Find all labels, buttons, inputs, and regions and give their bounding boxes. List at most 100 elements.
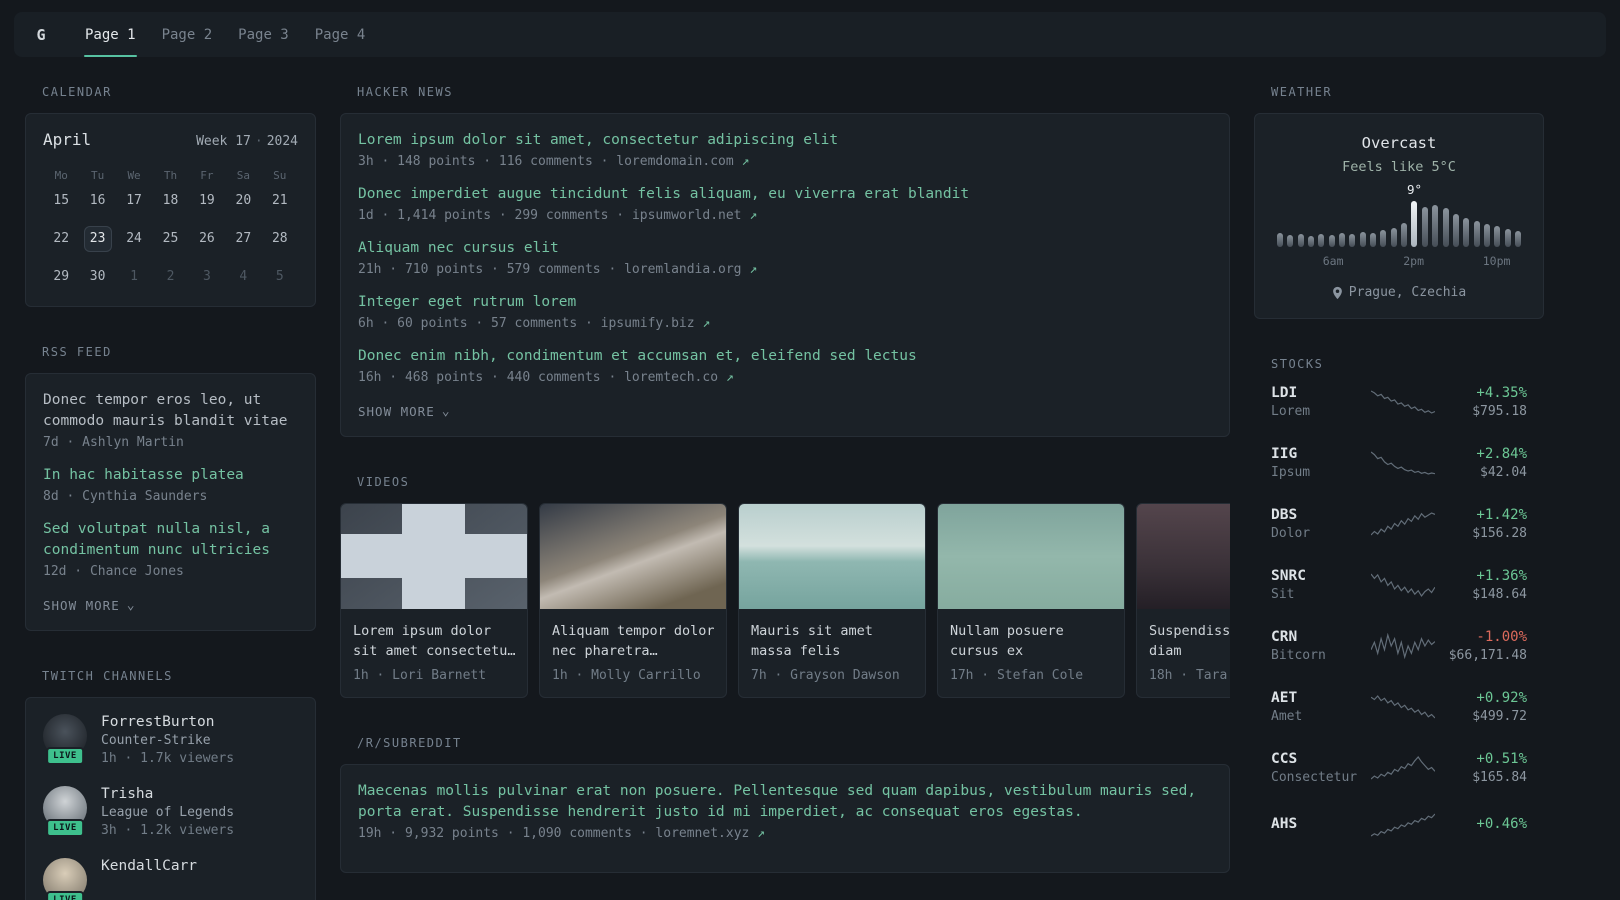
weather-bar (1339, 233, 1346, 247)
calendar-year: 2024 (266, 134, 298, 149)
page-tab[interactable]: Page 2 (149, 12, 226, 57)
stock-change: +0.46% (1476, 815, 1527, 832)
video-meta: 1h · Molly Carrillo (552, 668, 701, 683)
stock-row[interactable]: CCS Consectetur +0.51% $165.84 (1271, 751, 1527, 785)
stock-ticker: CRN (1271, 629, 1298, 645)
hacker-news-item-meta: 1d · 1,414 points · 299 comments · ipsum… (358, 208, 1212, 223)
hacker-news-item-title[interactable]: Lorem ipsum dolor sit amet, consectetur … (358, 130, 1212, 151)
video-card[interactable]: Nullam posuere cursus ex 17h · Stefan Co… (937, 503, 1125, 698)
calendar-card: April Week 17 · 2024 Mo Tu We Th Fr Sa S… (25, 113, 316, 307)
weather-bar (1318, 234, 1325, 247)
hacker-news-widget-header: HACKER NEWS (357, 85, 453, 99)
stock-row[interactable]: AHS +0.46% (1271, 812, 1527, 838)
video-card[interactable]: Mauris sit amet massa felis 7h · Grayson… (738, 503, 926, 698)
video-card[interactable]: Aliquam tempor dolor nec pharetra… 1h · … (539, 503, 727, 698)
rss-item-title[interactable]: In hac habitasse platea (43, 465, 298, 486)
subreddit-item: Maecenas mollis pulvinar erat non posuer… (358, 781, 1212, 841)
video-meta: 1h · Lori Barnett (353, 668, 487, 683)
stock-price: $156.28 (1472, 526, 1527, 541)
stock-ticker: CCS (1271, 751, 1298, 767)
item-source-link[interactable]: ipsumify.biz (601, 316, 695, 331)
rss-item-meta: 12d · Chance Jones (43, 564, 184, 579)
calendar-day-cell: 17 (126, 193, 142, 208)
weather-bar (1483, 224, 1490, 247)
stock-name: Sit (1271, 587, 1295, 602)
hacker-news-item-list: Lorem ipsum dolor sit amet, consectetur … (358, 130, 1212, 385)
stock-sparkline (1371, 756, 1435, 780)
page-tab[interactable]: Page 4 (302, 12, 379, 57)
hacker-news-item: Donec enim nibh, condimentum et accumsan… (358, 346, 1212, 385)
calendar-week-label: Week 17 (196, 134, 251, 149)
chevron-down-icon: ⌄ (126, 597, 136, 613)
calendar-widget-header: CALENDAR (42, 85, 112, 99)
stock-row[interactable]: LDI Lorem +4.35% $795.18 (1271, 385, 1527, 419)
external-link-icon: ↗ (757, 826, 765, 841)
calendar-day-cell: 29 (53, 269, 70, 284)
video-card[interactable]: Lorem ipsum dolor sit amet consectetu… 1… (340, 503, 528, 698)
rss-widget-header: RSS FEED (42, 345, 112, 359)
stock-row[interactable]: CRN Bitcorn -1.00% $66,171.48 (1271, 629, 1527, 663)
hacker-news-item-title[interactable]: Aliquam nec cursus elit (358, 238, 1212, 259)
twitch-channel[interactable]: LIVE Trisha League of Legends 3h · 1.2k … (43, 786, 298, 838)
item-source-link[interactable]: loremdomain.com (616, 154, 733, 169)
stock-values: +0.51% $165.84 (1435, 751, 1527, 785)
item-source-link[interactable]: ipsumworld.net (632, 208, 742, 223)
twitch-channel[interactable]: LIVE KendallCarr (43, 858, 298, 900)
rss-item-meta: 8d · Cynthia Saunders (43, 489, 208, 504)
calendar-day-cell: 28 (271, 231, 288, 246)
show-more-button[interactable]: SHOW MORE ⌄ (43, 598, 136, 613)
stocks-widget-header: STOCKS (1271, 357, 1324, 371)
rss-item-list: Donec tempor eros leo, ut commodo mauris… (43, 390, 298, 579)
weather-bar (1380, 230, 1387, 247)
rss-item-title[interactable]: Sed volutpat nulla nisl, a condimentum n… (43, 519, 298, 561)
stock-ticker: AET (1271, 690, 1298, 706)
hacker-news-item-title[interactable]: Integer eget rutrum lorem (358, 292, 1212, 313)
channel-game: Counter-Strike (101, 733, 211, 748)
weather-bar (1504, 229, 1511, 247)
video-meta: 7h · Grayson Dawson (751, 668, 900, 683)
stock-identity: AHS (1271, 816, 1371, 835)
stock-ticker: DBS (1271, 507, 1298, 523)
calendar-day-cell: 4 (239, 269, 248, 284)
channel-info: ForrestBurton Counter-Strike 1h · 1.7k v… (101, 714, 234, 766)
stock-ticker: IIG (1271, 446, 1298, 462)
page-tab[interactable]: Page 1 (72, 12, 149, 57)
stock-sparkline (1371, 390, 1435, 414)
twitch-widget-header: TWITCH CHANNELS (42, 669, 173, 683)
weather-current-temp: 9° (1406, 182, 1422, 197)
twitch-channel[interactable]: LIVE ForrestBurton Counter-Strike 1h · 1… (43, 714, 298, 766)
item-source-link[interactable]: loremnet.xyz (655, 826, 749, 841)
calendar-day-cell: 25 (162, 231, 179, 246)
channel-name: Trisha (101, 786, 154, 802)
stock-row[interactable]: DBS Dolor +1.42% $156.28 (1271, 507, 1527, 541)
rss-item: Sed volutpat nulla nisl, a condimentum n… (43, 519, 298, 579)
hacker-news-item-title[interactable]: Donec enim nibh, condimentum et accumsan… (358, 346, 1212, 367)
show-more-button[interactable]: SHOW MORE ⌄ (358, 404, 451, 419)
weather-widget: WEATHER Overcast Feels like 5°C 9° 6am 2… (1254, 85, 1544, 319)
app-logo[interactable]: G (26, 20, 56, 50)
time-label: 6am (1322, 254, 1344, 268)
weather-condition: Overcast (1361, 134, 1437, 152)
video-card[interactable]: Suspendisse ante diam 18h · Tara (1136, 503, 1230, 698)
stock-row[interactable]: AET Amet +0.92% $499.72 (1271, 690, 1527, 724)
external-link-icon: ↗ (725, 370, 734, 385)
subreddit-item-meta: 19h · 9,932 points · 1,090 comments · lo… (358, 826, 1212, 841)
rss-item-title[interactable]: Donec tempor eros leo, ut commodo mauris… (43, 390, 298, 432)
page-tab[interactable]: Page 3 (225, 12, 302, 57)
item-source-link[interactable]: loremtech.co (624, 370, 718, 385)
item-source-link[interactable]: loremlandia.org (624, 262, 741, 277)
stock-values: +1.42% $156.28 (1435, 507, 1527, 541)
video-title: Lorem ipsum dolor sit amet consectetu… (353, 623, 515, 659)
video-card-row: Lorem ipsum dolor sit amet consectetu… 1… (340, 503, 1230, 698)
video-thumbnail (540, 504, 726, 609)
hacker-news-item-meta: 6h · 60 points · 57 comments · ipsumify.… (358, 316, 1212, 331)
subreddit-item-title[interactable]: Maecenas mollis pulvinar erat non posuer… (358, 781, 1212, 823)
hacker-news-item-title[interactable]: Donec imperdiet augue tincidunt felis al… (358, 184, 1212, 205)
stock-ticker: LDI (1271, 385, 1298, 401)
stock-row[interactable]: SNRC Sit +1.36% $148.64 (1271, 568, 1527, 602)
twitch-card: LIVE ForrestBurton Counter-Strike 1h · 1… (25, 697, 316, 900)
item-meta-text: 1d · 1,414 points · 299 comments · (358, 208, 632, 223)
weather-location-text: Prague, Czechia (1348, 285, 1467, 300)
stocks-list: LDI Lorem +4.35% $795.18 IIG Ipsum +2.84… (1254, 385, 1544, 838)
stock-row[interactable]: IIG Ipsum +2.84% $42.04 (1271, 446, 1527, 480)
